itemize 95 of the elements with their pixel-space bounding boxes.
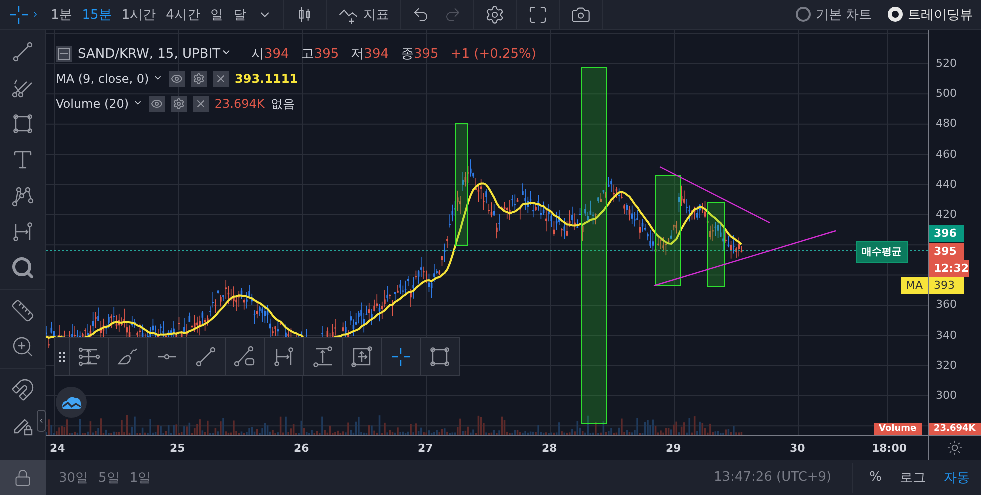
countdown-label: 12:32 <box>929 260 969 277</box>
interval-button[interactable]: 1분 <box>46 2 78 28</box>
ohlc-value: 395 <box>414 46 439 62</box>
ohlc-value: 394 <box>364 46 389 62</box>
volume-marker: 23.694K <box>929 423 981 435</box>
price-range-icon <box>311 344 335 368</box>
remove-button[interactable] <box>192 96 209 112</box>
collapse-legend-button[interactable] <box>56 46 72 62</box>
price-tick: 320 <box>936 358 957 372</box>
ruler-icon <box>10 299 34 323</box>
indicator-name[interactable]: Volume (20) <box>56 96 143 112</box>
indicator-value: 23.694K <box>214 96 265 112</box>
settings-icon <box>193 73 206 85</box>
time-tick: 25 <box>170 442 186 455</box>
ohlc-value: 394 <box>264 46 290 62</box>
magnet-icon <box>10 378 34 402</box>
interval-button[interactable]: 4시간 <box>161 2 206 28</box>
trend-line-icon <box>10 40 34 64</box>
eye-icon <box>171 73 184 85</box>
price-tick: 520 <box>936 57 957 70</box>
price-tick: 440 <box>936 178 957 191</box>
price-marker: 396 <box>929 225 964 242</box>
price-tick: 500 <box>936 87 957 100</box>
chevron-left-icon <box>38 417 45 425</box>
time-tick: 26 <box>294 442 310 455</box>
interval-button[interactable]: 달 <box>228 2 252 28</box>
price-tick: 460 <box>936 148 957 161</box>
zoom-in-icon <box>10 335 34 359</box>
time-tick: 30 <box>790 442 806 455</box>
eye-icon <box>150 98 163 110</box>
logo-button[interactable] <box>56 387 87 418</box>
indicator-axis-label: Volume <box>874 423 922 435</box>
lock-icon[interactable] <box>14 468 32 486</box>
theme-icon[interactable] <box>947 440 963 456</box>
range-button[interactable]: 30일 <box>54 464 94 490</box>
close-icon <box>215 73 228 85</box>
ohlc-label: 고 <box>301 46 314 62</box>
indicator-note: 없음 <box>270 96 295 112</box>
time-tick: 28 <box>542 442 558 455</box>
time-tick: 29 <box>666 442 682 455</box>
chart-style-radio[interactable]: 트레이딩뷰 <box>880 6 981 24</box>
ohlc-value: 395 <box>314 46 340 62</box>
minus-square-icon <box>58 48 70 60</box>
indicators-button[interactable]: 지표 <box>331 0 396 28</box>
rectangle-icon <box>428 344 452 368</box>
price-tick: 340 <box>936 328 957 342</box>
cloud-logo-icon <box>60 396 82 410</box>
redo-icon <box>444 6 462 24</box>
price-tick: 300 <box>936 388 957 402</box>
remove-button[interactable] <box>213 71 230 87</box>
date-range-icon <box>272 344 296 368</box>
indicator-name[interactable]: MA (9, close, 0) <box>56 72 164 86</box>
clock-text: 13:47:26 (UTC+9) <box>714 470 832 485</box>
date-range-icon <box>10 220 34 244</box>
range-button[interactable]: 5일 <box>94 464 125 490</box>
scale-option-button[interactable]: % <box>864 464 887 490</box>
settings-icon <box>172 98 185 110</box>
time-tick: 27 <box>418 442 434 455</box>
close-icon <box>194 98 207 110</box>
settings-button[interactable] <box>191 71 208 87</box>
fullscreen-icon <box>528 4 548 24</box>
drag-handle-icon[interactable] <box>59 352 65 362</box>
settings-button[interactable] <box>170 96 187 112</box>
time-tick: 24 <box>50 442 66 455</box>
scale-option-button[interactable]: 로그 <box>895 464 931 490</box>
settings-icon <box>485 4 506 24</box>
interval-button[interactable]: 일 <box>205 2 228 28</box>
symbol-title[interactable]: SAND/KRW, 15, UPBIT <box>78 46 232 62</box>
rectangle-icon <box>10 112 34 136</box>
undo-icon <box>412 6 430 24</box>
visibility-button[interactable] <box>148 96 165 112</box>
indicator-axis-label: MA <box>901 277 928 294</box>
price-tick: 360 <box>936 298 957 312</box>
line-shape-icon <box>233 344 257 368</box>
time-tick: 18:00 <box>872 442 908 455</box>
ohlc-label: 시 <box>252 46 265 62</box>
price-change: +1 (+0.25%) <box>450 46 536 62</box>
indicator-value: 393.1111 <box>235 72 298 86</box>
ohlc-label: 종 <box>401 46 414 62</box>
interval-button[interactable]: 15분 <box>77 2 117 28</box>
price-tick: 480 <box>936 117 957 130</box>
chart-style-radio[interactable]: 기본 차트 <box>788 6 880 24</box>
range-button[interactable]: 1일 <box>124 464 156 490</box>
search-icon <box>10 256 34 280</box>
trend-line-icon <box>194 344 218 368</box>
position-label: 매수평균 <box>856 241 908 263</box>
price-marker: 393 <box>929 277 964 294</box>
ohlc-label: 저 <box>351 46 364 62</box>
scale-option-button[interactable]: 자동 <box>939 464 975 490</box>
visibility-button[interactable] <box>169 71 186 87</box>
price-tick: 420 <box>936 208 957 221</box>
horizontal-line-icon <box>155 354 179 360</box>
date-price-range-icon <box>350 344 374 368</box>
price-marker: 395 <box>929 243 964 260</box>
interval-button[interactable]: 1시간 <box>116 2 162 28</box>
